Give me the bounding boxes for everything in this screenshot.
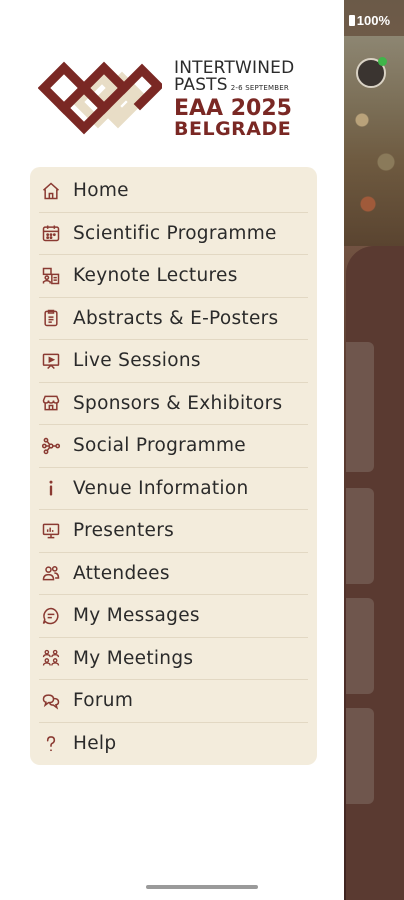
meeting-icon bbox=[39, 646, 63, 670]
menu-item-keynote-lectures[interactable]: Keynote Lectures bbox=[39, 255, 308, 298]
calendar-icon bbox=[39, 221, 63, 245]
menu-item-sponsors-exhibitors[interactable]: Sponsors & Exhibitors bbox=[39, 383, 308, 425]
background-card[interactable] bbox=[346, 598, 374, 694]
menu-item-venue-information[interactable]: Venue Information bbox=[39, 468, 308, 510]
background-app: 100% bbox=[344, 0, 404, 900]
logo-city: BELGRADE bbox=[174, 118, 292, 140]
lecture-icon bbox=[39, 264, 63, 288]
background-card[interactable] bbox=[346, 488, 374, 584]
menu-item-label: Social Programme bbox=[73, 435, 246, 457]
menu-item-label: Sponsors & Exhibitors bbox=[73, 392, 283, 414]
menu-item-my-messages[interactable]: My Messages bbox=[39, 595, 308, 638]
avatar[interactable] bbox=[356, 57, 387, 88]
background-card[interactable] bbox=[346, 708, 374, 804]
logo-event: EAA 2025 bbox=[174, 96, 292, 121]
online-indicator bbox=[378, 57, 387, 66]
battery-icon bbox=[348, 15, 355, 26]
menu-item-home[interactable]: Home bbox=[39, 170, 308, 213]
network-icon bbox=[39, 434, 63, 458]
menu-item-label: Home bbox=[73, 180, 129, 202]
menu-item-label: My Messages bbox=[73, 605, 200, 627]
menu-item-presenters[interactable]: Presenters bbox=[39, 510, 308, 553]
battery-level: 100% bbox=[356, 13, 390, 28]
menu-item-label: Presenters bbox=[73, 520, 175, 542]
menu-item-label: My Meetings bbox=[73, 647, 194, 669]
presentation-icon bbox=[39, 519, 63, 543]
knot-logo-icon bbox=[38, 61, 162, 135]
logo-dates: 2-6 SEPTEMBER bbox=[230, 84, 289, 92]
help-icon bbox=[39, 732, 63, 756]
menu-item-label: Forum bbox=[73, 690, 134, 712]
people-icon bbox=[39, 561, 63, 585]
menu-item-label: Venue Information bbox=[73, 477, 249, 499]
event-logo: INTERTWINED PASTS 2-6 SEPTEMBER EAA 2025… bbox=[38, 58, 308, 142]
menu-item-label: Keynote Lectures bbox=[73, 265, 238, 287]
status-bar: 100% bbox=[348, 13, 390, 28]
menu-item-scientific-programme[interactable]: Scientific Programme bbox=[39, 213, 308, 255]
menu-item-label: Abstracts & E-Posters bbox=[73, 307, 279, 329]
menu-item-label: Scientific Programme bbox=[73, 222, 277, 244]
background-panel bbox=[346, 246, 404, 900]
menu-item-attendees[interactable]: Attendees bbox=[39, 553, 308, 595]
menu-item-forum[interactable]: Forum bbox=[39, 680, 308, 723]
menu-item-social-programme[interactable]: Social Programme bbox=[39, 425, 308, 468]
gesture-home-bar[interactable] bbox=[146, 885, 258, 889]
store-icon bbox=[39, 391, 63, 415]
message-icon bbox=[39, 604, 63, 628]
menu-item-label: Help bbox=[73, 733, 117, 755]
menu-item-help[interactable]: Help bbox=[39, 723, 308, 766]
menu-item-live-sessions[interactable]: Live Sessions bbox=[39, 340, 308, 383]
forum-icon bbox=[39, 689, 63, 713]
menu-item-label: Attendees bbox=[73, 562, 170, 584]
menu-item-label: Live Sessions bbox=[73, 350, 201, 372]
logo-title-line2: PASTS bbox=[174, 75, 228, 95]
document-icon bbox=[39, 306, 63, 330]
drawer-menu: Home Scientific Programme Keynote Lectur… bbox=[30, 167, 317, 765]
background-card[interactable] bbox=[346, 342, 374, 472]
menu-item-my-meetings[interactable]: My Meetings bbox=[39, 638, 308, 680]
menu-item-abstracts-eposters[interactable]: Abstracts & E-Posters bbox=[39, 298, 308, 340]
info-icon bbox=[39, 476, 63, 500]
video-icon bbox=[39, 349, 63, 373]
navigation-drawer: INTERTWINED PASTS 2-6 SEPTEMBER EAA 2025… bbox=[0, 0, 344, 900]
home-icon bbox=[39, 179, 63, 203]
